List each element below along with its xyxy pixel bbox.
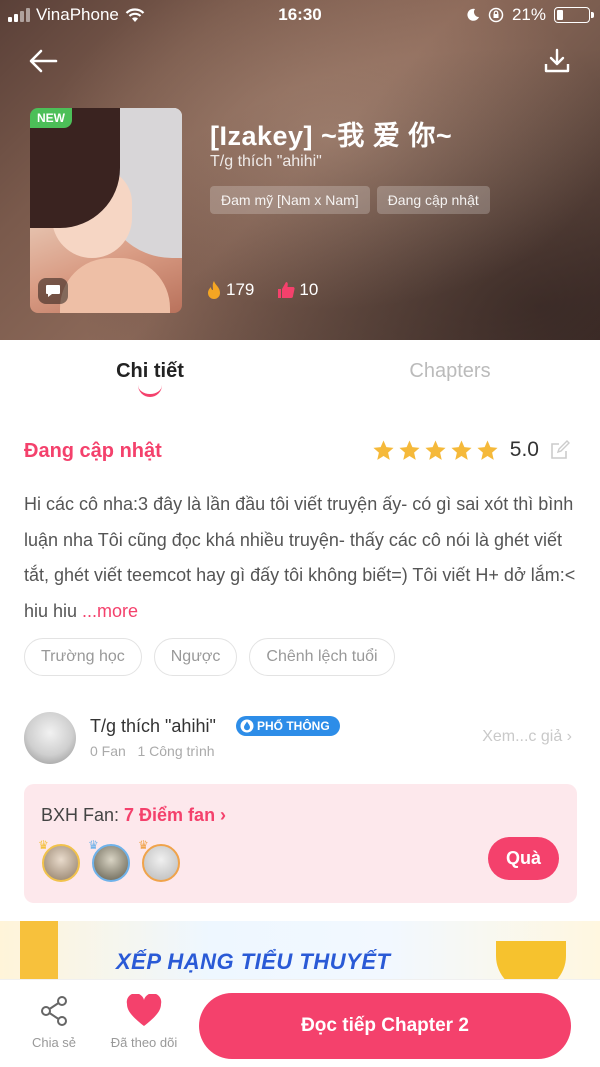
header-tags: Đam mỹ [Nam x Nam] Đang cập nhật xyxy=(210,186,490,214)
book-tags: Trường học Ngược Chênh lệch tuổi xyxy=(24,638,395,676)
author-badge-label: PHỔ THÔNG xyxy=(257,719,330,733)
author-works: 1 Công trình xyxy=(137,743,215,759)
author-fans: 0 Fan xyxy=(90,743,126,759)
edit-review-icon[interactable] xyxy=(550,440,570,460)
rating-value: 5.0 xyxy=(509,438,539,461)
fan-ranking-card[interactable]: BXH Fan: 7 Điểm fan › ♛ ♛ ♛ Quà xyxy=(24,784,577,903)
star-icon xyxy=(373,439,394,460)
book-tag[interactable]: Trường học xyxy=(24,638,142,676)
status-bar: VinaPhone 16:30 21% xyxy=(0,0,600,32)
author-level-badge: PHỔ THÔNG xyxy=(236,716,340,736)
star-icon xyxy=(425,439,446,460)
moon-icon xyxy=(467,8,479,21)
like-stat: 10 xyxy=(276,280,318,300)
more-link[interactable]: ...more xyxy=(82,601,138,621)
back-button[interactable] xyxy=(26,44,60,78)
fan-avatars: ♛ ♛ ♛ xyxy=(38,838,180,882)
comment-icon xyxy=(46,285,60,297)
like-count: 10 xyxy=(299,280,319,299)
book-header: VinaPhone 16:30 21% NEW [Izakey] ~我 爱 你~… xyxy=(0,0,600,340)
book-tag[interactable]: Ngược xyxy=(153,638,238,676)
continue-reading-button[interactable]: Đọc tiếp Chapter 2 xyxy=(199,993,571,1059)
heart-icon xyxy=(126,993,162,1026)
battery-icon xyxy=(554,7,594,23)
share-label: Chia sẻ xyxy=(31,1035,77,1050)
cover-art-detail xyxy=(60,258,170,313)
download-button[interactable] xyxy=(542,46,572,76)
share-icon xyxy=(41,996,67,1026)
tab-bar: Chi tiết Chapters xyxy=(0,340,600,410)
genre-tag[interactable]: Đam mỹ [Nam x Nam] xyxy=(210,186,370,214)
fan-avatar[interactable]: ♛ xyxy=(138,838,180,882)
bottom-action-bar: Chia sẻ Đã theo dõi Đọc tiếp Chapter 2 xyxy=(0,979,600,1067)
update-status: Đang cập nhật xyxy=(24,440,162,462)
gift-button[interactable]: Quà xyxy=(487,837,559,880)
author-row[interactable]: T/g thích "ahihi" PHỔ THÔNG 0 Fan 1 Công… xyxy=(24,712,584,764)
tab-active-indicator xyxy=(138,385,162,397)
fan-points[interactable]: 7 Điểm fan › xyxy=(124,805,226,825)
follow-button[interactable]: Đã theo dõi xyxy=(102,993,186,1050)
share-button[interactable]: Chia sẻ xyxy=(24,994,84,1050)
book-author[interactable]: T/g thích "ahihi" xyxy=(210,153,322,171)
book-tag[interactable]: Chênh lệch tuổi xyxy=(249,638,395,676)
fire-count: 179 xyxy=(226,280,255,299)
book-stats: 179 10 xyxy=(205,280,318,300)
rotation-lock-icon xyxy=(488,7,504,23)
star-icon xyxy=(399,439,420,460)
author-name[interactable]: T/g thích "ahihi" xyxy=(90,716,216,737)
rating: 5.0 xyxy=(372,438,570,462)
crown-icon: ♛ xyxy=(138,838,149,852)
status-tag[interactable]: Đang cập nhật xyxy=(376,186,490,214)
fire-stat: 179 xyxy=(205,280,254,300)
tab-detail[interactable]: Chi tiết xyxy=(0,360,300,383)
thumbs-up-icon xyxy=(278,282,295,298)
crown-icon: ♛ xyxy=(38,838,49,852)
rating-stars xyxy=(372,439,499,462)
star-icon xyxy=(477,439,498,460)
view-author-link[interactable]: Xem...c giả › xyxy=(482,728,572,746)
fan-avatar[interactable]: ♛ xyxy=(88,838,130,882)
follow-label: Đã theo dõi xyxy=(110,1035,178,1050)
author-avatar[interactable] xyxy=(24,712,76,764)
fan-ranking-title: BXH Fan: 7 Điểm fan › xyxy=(41,805,226,826)
comment-button[interactable] xyxy=(38,278,68,304)
drop-icon xyxy=(240,719,254,733)
tab-chapters[interactable]: Chapters xyxy=(300,360,600,383)
book-description: Hi các cô nha:3 đây là lần đầu tôi viết … xyxy=(24,487,584,629)
fan-avatar[interactable]: ♛ xyxy=(38,838,80,882)
fire-icon xyxy=(208,281,220,299)
book-title: [Izakey] ~我 爱 你~ xyxy=(210,121,453,151)
new-badge: NEW xyxy=(30,108,72,128)
star-icon xyxy=(451,439,472,460)
author-meta: 0 Fan 1 Công trình xyxy=(90,743,215,759)
banner-title: XẾP HẠNG TIỂU THUYẾT xyxy=(116,949,391,974)
fan-ranking-label: BXH Fan: xyxy=(41,805,125,825)
battery-percent: 21% xyxy=(511,5,546,24)
status-right: 21% xyxy=(466,5,594,25)
crown-icon: ♛ xyxy=(88,838,99,852)
